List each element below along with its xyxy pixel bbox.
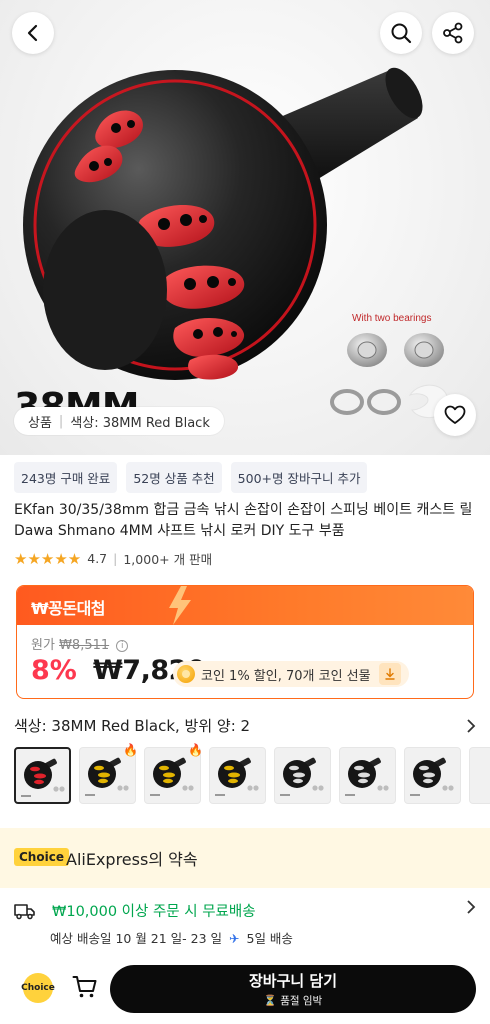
variant-thumbnail[interactable]: 🔥	[79, 743, 138, 804]
download-coupon-button[interactable]	[378, 663, 401, 685]
discount-percent: 8%	[31, 655, 77, 686]
coin-discount-chip[interactable]: 코인 1% 할인, 70개 코인 선물	[173, 661, 409, 687]
price-card: ₩꽁돈대첩 원가 ₩8,511 i 8% ₩7,820 코인 1% 할인, 70…	[16, 585, 474, 699]
heart-icon	[444, 405, 466, 424]
original-price: 원가 ₩8,511 i	[31, 634, 129, 653]
rating-row[interactable]: ★★★★★ 4.7 | 1,000+ 개 판매	[14, 549, 212, 568]
variant-pill-prefix: 상품	[28, 415, 52, 431]
promo-label: ₩꽁돈대첩	[31, 599, 106, 618]
star-rating-icon: ★★★★★	[14, 549, 82, 568]
delivery-estimate: 예상 배송일 10 월 21 일- 23 일 ✈ 5일 배송	[50, 931, 293, 946]
tag-in-cart: 500+명 장바구니 추가	[230, 462, 368, 493]
variant-thumbnail[interactable]	[469, 747, 490, 804]
choice-title: AliExpress의 약속	[66, 850, 198, 869]
product-title: EKfan 30/35/38mm 합금 금속 낚시 손잡이 손잡이 스피닝 베이…	[14, 502, 473, 539]
rating-score: 4.7	[87, 551, 108, 566]
choice-badge: Choice	[14, 848, 69, 866]
chevron-left-icon	[27, 24, 38, 42]
info-icon[interactable]: i	[116, 639, 129, 652]
share-icon	[443, 22, 463, 44]
tag-purchased: 243명 구매 완료	[14, 462, 118, 493]
airplane-icon: ✈	[229, 931, 240, 946]
bearing-caption: With two bearings	[352, 313, 432, 324]
share-button[interactable]	[432, 12, 474, 54]
chevron-right-icon	[467, 900, 476, 914]
variant-thumbnail[interactable]	[339, 747, 396, 804]
download-icon	[384, 668, 395, 680]
variant-thumbnail[interactable]	[209, 747, 266, 804]
variant-thumbnail[interactable]	[274, 747, 331, 804]
product-image-gallery[interactable]: With two bearings 38MM 상품 | 색상: 38MM Red…	[0, 0, 490, 455]
variant-selector-row[interactable]: 색상: 38MM Red Black, 방위 양: 2	[14, 715, 476, 736]
variant-selector-label: 색상: 38MM Red Black, 방위 양: 2	[14, 717, 251, 735]
variant-thumbnail[interactable]: 🔥	[144, 743, 203, 804]
cart-icon[interactable]	[72, 975, 98, 999]
add-to-cart-label: 장바구니 담기	[248, 972, 338, 990]
variant-thumbnails: 🔥 🔥	[14, 743, 490, 804]
hot-flame-icon: 🔥	[188, 743, 203, 757]
wishlist-button[interactable]	[434, 394, 476, 436]
original-price-value: ₩8,511	[59, 638, 110, 653]
variant-image	[215, 757, 259, 796]
variant-thumbnail[interactable]	[14, 747, 71, 804]
variant-image	[410, 757, 454, 796]
product-page: With two bearings 38MM 상품 | 색상: 38MM Red…	[0, 0, 490, 1024]
variant-pill[interactable]: 상품 | 색상: 38MM Red Black	[14, 407, 224, 435]
chevron-right-icon	[467, 718, 476, 733]
variant-image	[345, 757, 389, 796]
social-proof-tags: 243명 구매 완료 52명 상품 추천 500+명 장바구니 추가	[14, 462, 368, 493]
sold-count: 1,000+ 개 판매	[123, 552, 213, 567]
variant-image	[280, 757, 324, 796]
hot-flame-icon: 🔥	[123, 743, 138, 757]
variant-image	[21, 758, 65, 797]
add-to-cart-button[interactable]: 장바구니 담기 ⏳ 품절 임박	[110, 965, 476, 1013]
free-shipping-text: ₩10,000 이상 주문 시 무료배송	[52, 904, 256, 920]
lightning-icon	[169, 586, 191, 625]
coin-text: 코인 1% 할인, 70개 코인 선물	[201, 668, 371, 684]
variant-pill-label: 색상: 38MM Red Black	[70, 415, 210, 431]
tag-recommended: 52명 상품 추천	[126, 462, 222, 493]
search-button[interactable]	[380, 12, 422, 54]
coin-icon	[177, 665, 195, 683]
truck-icon	[14, 904, 35, 920]
search-icon	[391, 23, 412, 44]
low-stock-note: ⏳ 품절 임박	[263, 995, 323, 1007]
promo-header: ₩꽁돈대첩	[17, 586, 473, 625]
variant-thumbnail[interactable]	[404, 747, 461, 804]
choice-store-button[interactable]: Choice	[21, 973, 55, 1003]
back-button[interactable]	[12, 12, 54, 54]
